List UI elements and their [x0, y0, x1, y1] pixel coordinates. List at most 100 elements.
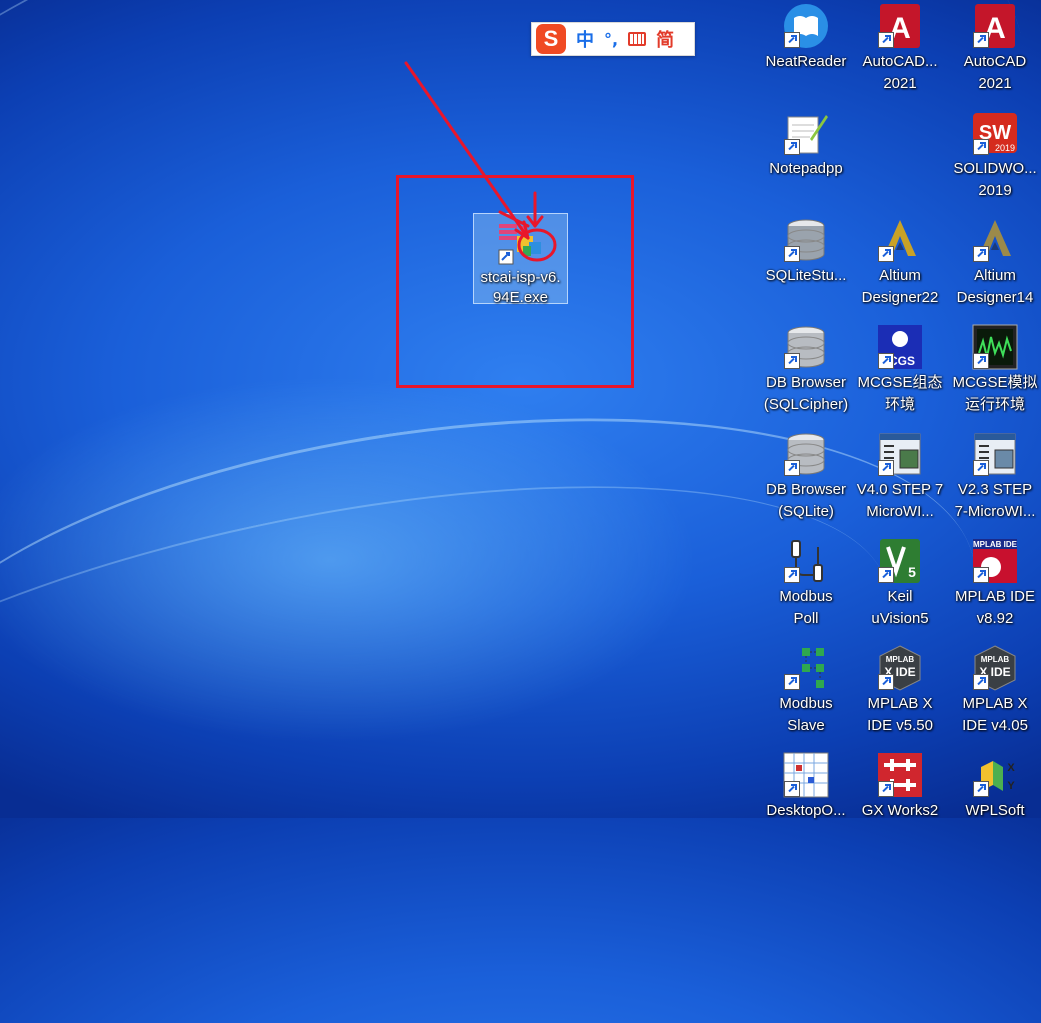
desktop-icon[interactable]: X Y WPLSoft	[949, 751, 1041, 821]
shortcut-arrow-icon	[878, 246, 894, 262]
desktop-icon-label: SOLIDWO...	[953, 160, 1037, 177]
desktop-icon[interactable]: SW 2019 SOLIDWO... 2019	[949, 109, 1041, 201]
desktop-icon[interactable]: Modbus Slave	[760, 644, 852, 736]
desktop-icon-label: Designer22	[861, 289, 939, 306]
shortcut-arrow-icon	[784, 781, 800, 797]
desktop-icon[interactable]: Notepadpp	[760, 109, 852, 179]
desktop-icon-label: uVision5	[871, 610, 929, 627]
desktop-icon[interactable]: 5 Keil uVision5	[854, 537, 946, 629]
desktop-icon-label: 环境	[884, 396, 915, 413]
desktop-icon-label: AutoCAD	[963, 53, 1027, 70]
mcgse-sim-icon	[971, 323, 1019, 371]
wplsoft-icon: XY	[971, 751, 1019, 799]
database-icon	[782, 323, 830, 371]
shortcut-arrow-icon	[878, 567, 894, 583]
svg-text:MPLAB: MPLAB	[981, 655, 1010, 664]
desktop-icon[interactable]: MPLAB X IDE MPLAB X IDE v4.05	[949, 644, 1041, 736]
shortcut-arrow-icon	[878, 353, 894, 369]
desktop-icon-label: MicroWI...	[866, 503, 934, 520]
svg-text:5: 5	[908, 564, 916, 580]
desktop-icon-label: MCGSE组态	[857, 374, 943, 391]
shortcut-arrow-icon	[784, 32, 800, 48]
desktop-icon[interactable]: A AutoCAD 2021	[949, 2, 1041, 94]
step7-icon	[971, 430, 1019, 478]
svg-text:Y: Y	[1007, 780, 1015, 792]
shortcut-arrow-icon	[878, 781, 894, 797]
desktop-icon[interactable]: DB Browser (SQLite)	[760, 430, 852, 522]
desktop-icon-label: 2019	[978, 182, 1012, 199]
keil-icon: 5	[876, 537, 924, 585]
desktop-icon[interactable]: CGS MCGSE组态 环境	[854, 323, 946, 415]
desktop-icon-label: V2.3 STEP	[957, 481, 1033, 498]
annotation-arrow-long	[404, 61, 530, 240]
svg-text:2019: 2019	[995, 143, 1015, 153]
desktop-icon-label: SQLiteStu...	[765, 267, 847, 284]
step7-icon	[876, 430, 924, 478]
autocad-icon: A	[971, 2, 1019, 50]
desktop-icon-label: Modbus	[779, 695, 833, 712]
desktop-icon[interactable]: A AutoCAD... 2021	[854, 2, 946, 94]
autocad-icon: A	[876, 2, 924, 50]
desktop-icon[interactable]: NeatReader	[760, 2, 852, 72]
shortcut-arrow-icon	[973, 353, 989, 369]
shortcut-arrow-icon	[973, 460, 989, 476]
desktop-icon[interactable]: MPLAB IDE MPLAB IDE v8.92	[949, 537, 1041, 629]
shortcut-arrow-icon	[878, 460, 894, 476]
desktop-ok-icon	[782, 751, 830, 799]
desktop-icon[interactable]: MCGSE模拟 运行环境	[949, 323, 1041, 415]
desktop-icon-label: 运行环境	[964, 396, 1025, 413]
shortcut-arrow-icon	[973, 781, 989, 797]
desktop-icon-label: (SQLCipher)	[763, 396, 849, 413]
shortcut-arrow-icon	[973, 246, 989, 262]
gx-works-icon	[876, 751, 924, 799]
shortcut-arrow-icon	[784, 246, 800, 262]
solidworks-icon: SW 2019	[971, 109, 1019, 157]
mplab-x-icon: MPLAB X IDE	[876, 644, 924, 692]
mplab-x-icon: MPLAB X IDE	[971, 644, 1019, 692]
desktop-icon-label: Altium	[974, 267, 1016, 284]
database-icon	[782, 430, 830, 478]
desktop-icon[interactable]: DB Browser (SQLCipher)	[760, 323, 852, 415]
desktop-icon-label: MPLAB X	[867, 695, 933, 712]
annotation-circle	[517, 228, 557, 262]
neatreader-icon	[782, 2, 830, 50]
desktop-icon[interactable]: V4.0 STEP 7 MicroWI...	[854, 430, 946, 522]
shortcut-arrow-icon	[784, 353, 800, 369]
desktop-icon[interactable]: Altium Designer22	[854, 216, 946, 308]
desktop-icon-label: V4.0 STEP 7	[856, 481, 944, 498]
desktop-icon-label: Designer14	[956, 289, 1034, 306]
desktop-icon-label: WPLSoft	[965, 802, 1025, 819]
desktop-icon[interactable]: DesktopO...	[760, 751, 852, 821]
desktop-icon-label: 2021	[978, 75, 1012, 92]
desktop-icon[interactable]: MPLAB X IDE MPLAB X IDE v5.50	[854, 644, 946, 736]
desktop-icon[interactable]: Modbus Poll	[760, 537, 852, 629]
desktop-icon-label: IDE v5.50	[867, 717, 933, 734]
shortcut-arrow-icon	[784, 674, 800, 690]
shortcut-arrow-icon	[784, 567, 800, 583]
desktop-icon-label: (SQLite)	[778, 503, 834, 520]
desktop-icon-label: GX Works2	[861, 802, 939, 819]
shortcut-arrow-icon	[784, 139, 800, 155]
desktop-icon-label: Altium	[879, 267, 921, 284]
shortcut-arrow-icon	[973, 674, 989, 690]
desktop-icon-label: Notepadpp	[769, 160, 843, 177]
mplab-ide-icon: MPLAB IDE	[971, 537, 1019, 585]
desktop-icon[interactable]: V2.3 STEP 7-MicroWI...	[949, 430, 1041, 522]
shortcut-arrow-icon	[973, 32, 989, 48]
svg-text:X: X	[1007, 762, 1015, 774]
desktop-icon-label: DB Browser	[765, 374, 847, 391]
desktop-icon[interactable]: GX Works2	[854, 751, 946, 821]
modbus-slave-icon	[782, 644, 830, 692]
desktop-icon-label: MPLAB IDE	[954, 588, 1036, 605]
desktop-icon-label: Slave	[787, 717, 825, 734]
svg-text:MPLAB IDE: MPLAB IDE	[973, 540, 1018, 549]
desktop-icon-label: DesktopO...	[766, 802, 846, 819]
mcgse-icon: CGS	[876, 323, 924, 371]
desktop-icon[interactable]: SQLiteStu...	[760, 216, 852, 286]
desktop-icon-label: 2021	[883, 75, 917, 92]
desktop-icon-label: MCGSE模拟	[952, 374, 1038, 391]
desktop-icon-label: Keil	[887, 588, 913, 605]
shortcut-arrow-icon	[878, 32, 894, 48]
desktop-icon[interactable]: Altium Designer14	[949, 216, 1041, 308]
altium-icon	[971, 216, 1019, 264]
